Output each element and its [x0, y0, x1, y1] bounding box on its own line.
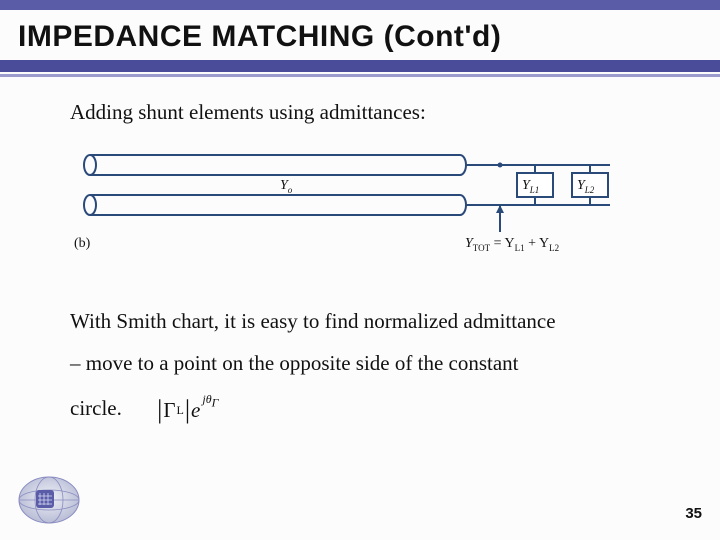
body-line-3: circle. — [70, 396, 122, 420]
logo-icon — [14, 472, 84, 526]
svg-text:(b): (b) — [74, 236, 91, 251]
title-underline — [0, 60, 720, 77]
svg-text:YTOT = YL1 + YL2: YTOT = YL1 + YL2 — [465, 236, 559, 253]
circuit-diagram: Yo YL1 YL2 YTOT = YL1 + YL2 (b) — [70, 137, 630, 277]
slide-title: IMPEDANCE MATCHING (Cont'd) — [18, 20, 501, 54]
body-line-2: – move to a point on the opposite side o… — [70, 351, 519, 375]
intro-text: Adding shunt elements using admittances: — [70, 100, 680, 125]
body-line-1: With Smith chart, it is easy to find nor… — [70, 309, 556, 333]
body-text: With Smith chart, it is easy to find nor… — [70, 300, 680, 436]
formula: |ΓL|ejθΓ — [157, 384, 218, 436]
content-area: Adding shunt elements using admittances: — [70, 100, 680, 436]
page-number: 35 — [685, 505, 702, 522]
top-banner — [0, 0, 720, 10]
svg-text:Yo: Yo — [280, 178, 293, 195]
